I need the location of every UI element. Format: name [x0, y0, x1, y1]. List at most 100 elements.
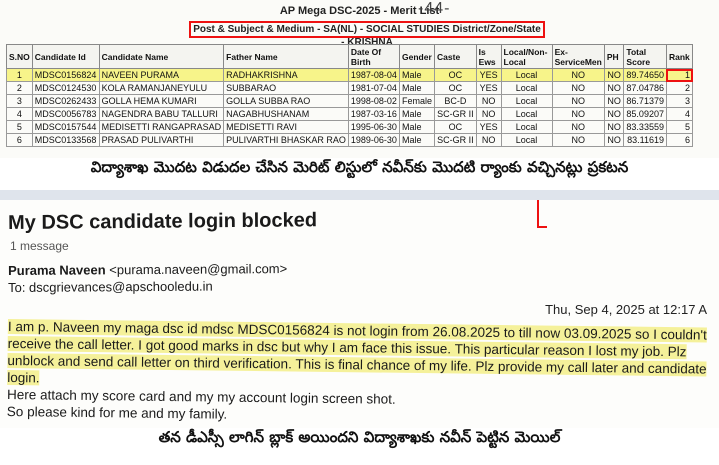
cell-name: GOLLA HEMA KUMARI — [98, 94, 225, 108]
col-header: Local/Non-Local — [500, 44, 553, 69]
cell-father: RADHAKRISHNA — [223, 68, 349, 82]
sender-email: <purama.naveen@gmail.com> — [109, 261, 288, 278]
cell-name: NAVEEN PURAMA — [98, 68, 225, 82]
cell-rank: 4 — [665, 107, 694, 121]
cell-dob: 1987-03-16 — [347, 107, 401, 121]
cell-score: 83.33559 — [623, 120, 667, 134]
cell-exs: NO — [551, 68, 605, 82]
cell-caste: SC-GR II — [434, 133, 477, 147]
cell-gender: Male — [398, 107, 436, 121]
cell-ph: NO — [603, 68, 625, 82]
cell-score: 87.04786 — [623, 81, 667, 95]
cell-caste: OC — [434, 120, 477, 134]
cell-local: Local — [500, 120, 553, 134]
cell-ph: NO — [603, 120, 625, 134]
message-count: 1 message — [10, 239, 69, 253]
merit-table-row: 6 MDSC0133568 PRASAD PULIVARTHI PULIVARTHI … — [6, 133, 694, 147]
email-body: I am p. Naveen my maga dsc id mdsc MDSC0… — [7, 318, 708, 428]
cell-ews: YES — [475, 81, 502, 95]
cell-father: MEDISETTI RAVI — [223, 120, 349, 134]
cell-ews: YES — [475, 68, 502, 82]
cell-caste: BC-D — [434, 94, 477, 108]
col-header: Father Name — [223, 44, 349, 69]
cell-ph: NO — [603, 107, 625, 121]
email-caption: తన డీఎస్సీ లాగిన్ బ్లాక్ అయిందని విద్యాశ… — [0, 428, 719, 465]
col-header: PH — [603, 44, 625, 69]
cell-local: Local — [500, 68, 553, 82]
col-header: Ex-ServiceMen — [551, 44, 605, 69]
handwritten-page-number: -44- — [418, 0, 451, 17]
cell-ph: NO — [603, 133, 625, 147]
cell-rank: 3 — [665, 94, 694, 108]
email-to: To: dscgrievances@apschooledu.in — [8, 278, 213, 295]
cell-id: MDSC0156824 — [31, 68, 100, 82]
cell-sno: 4 — [6, 107, 33, 121]
cell-sno: 6 — [6, 133, 33, 147]
cell-father: PULIVARTHI BHASKAR RAO — [223, 133, 349, 147]
cell-local: Local — [500, 81, 553, 95]
col-header: Gender — [398, 44, 436, 69]
col-header: S.NO — [6, 44, 33, 69]
cell-sno: 2 — [6, 81, 33, 95]
merit-table: S.NO Candidate Id Candidate Name Father … — [6, 44, 694, 147]
cell-caste: OC — [434, 81, 477, 95]
email-date: Thu, Sep 4, 2025 at 12:17 A — [545, 302, 707, 317]
cell-dob: 1995-06-30 — [347, 120, 401, 134]
cell-gender: Female — [398, 94, 436, 108]
cell-local: Local — [500, 133, 553, 147]
email-subject: My DSC candidate login blocked — [8, 209, 318, 234]
cell-sno: 5 — [6, 120, 33, 134]
col-header: Is Ews — [475, 44, 502, 69]
section-divider — [0, 190, 719, 200]
email-body-paragraph: I am p. Naveen my maga dsc id mdsc MDSC0… — [7, 318, 707, 386]
cell-score: 85.09207 — [623, 107, 667, 121]
cell-dob: 1987-08-04 — [347, 68, 401, 82]
merit-table-row: 2 MDSC0124530 KOLA RAMANJANEYULU SUBBARAO 19… — [6, 81, 694, 95]
merit-list-clipping: AP Mega DSC-2025 - Merit List -44- Post … — [0, 0, 719, 158]
sender-name: Purama Naveen — [8, 262, 106, 278]
merit-table-row: 1 MDSC0156824 NAVEEN PURAMA RADHAKRISHNA 198… — [6, 68, 694, 82]
merit-table-row: 4 MDSC0056783 NAGENDRA BABU TALLURI NAGABHU… — [6, 107, 694, 121]
cell-gender: Male — [398, 68, 436, 82]
cell-rank: 1 — [665, 68, 694, 82]
cell-id: MDSC0056783 — [31, 107, 100, 121]
cell-exs: NO — [551, 133, 605, 147]
cell-exs: NO — [551, 107, 605, 121]
col-header: Total Score — [623, 44, 667, 69]
cell-ews: NO — [475, 94, 502, 108]
cell-dob: 1981-07-04 — [347, 81, 401, 95]
email-from: Purama Naveen <purama.naveen@gmail.com> — [8, 261, 287, 278]
cell-father: SUBBARAO — [223, 81, 349, 95]
cell-ews: NO — [475, 107, 502, 121]
cell-name: NAGENDRA BABU TALLURI — [98, 107, 225, 121]
cell-id: MDSC0133568 — [31, 133, 100, 147]
cell-rank: 2 — [665, 81, 694, 95]
cell-score: 86.71379 — [623, 94, 667, 108]
subject-district-line: Post & Subject & Medium - SA(NL) - SOCIA… — [189, 21, 545, 48]
col-header: Candidate Id — [31, 44, 100, 69]
cell-id: MDSC0262433 — [31, 94, 100, 108]
merit-table-header: S.NO Candidate Id Candidate Name Father … — [6, 44, 694, 69]
cell-local: Local — [500, 107, 553, 121]
cell-ews: NO — [475, 133, 502, 147]
email-screenshot: My DSC candidate login blocked 1 message… — [0, 200, 719, 428]
cell-name: PRASAD PULIVARTHI — [98, 133, 225, 147]
col-header: Rank — [665, 44, 694, 69]
cell-caste: SC-GR II — [434, 107, 477, 121]
col-header: Date Of Birth — [347, 44, 401, 69]
cell-id: MDSC0157544 — [31, 120, 100, 134]
merit-caption: విద్యాశాఖ మొదట విడుదల చేసిన మెరిట్ లిస్ట… — [0, 158, 719, 190]
merit-table-row: 3 MDSC0262433 GOLLA HEMA KUMARI GOLLA SUBBA… — [6, 94, 694, 108]
cell-ph: NO — [603, 81, 625, 95]
cell-father: GOLLA SUBBA RAO — [223, 94, 349, 108]
merit-table-row: 5 MDSC0157544 MEDISETTI RANGAPRASAD MEDISET… — [6, 120, 694, 134]
cell-gender: Male — [398, 133, 436, 147]
cell-dob: 1998-08-02 — [347, 94, 401, 108]
cell-exs: NO — [551, 94, 605, 108]
cell-exs: NO — [551, 81, 605, 95]
cell-local: Local — [500, 94, 553, 108]
cell-score: 89.74650 — [623, 68, 667, 82]
cell-ph: NO — [603, 94, 625, 108]
cell-ews: YES — [475, 120, 502, 134]
merit-list-title: AP Mega DSC-2025 - Merit List — [279, 5, 440, 17]
